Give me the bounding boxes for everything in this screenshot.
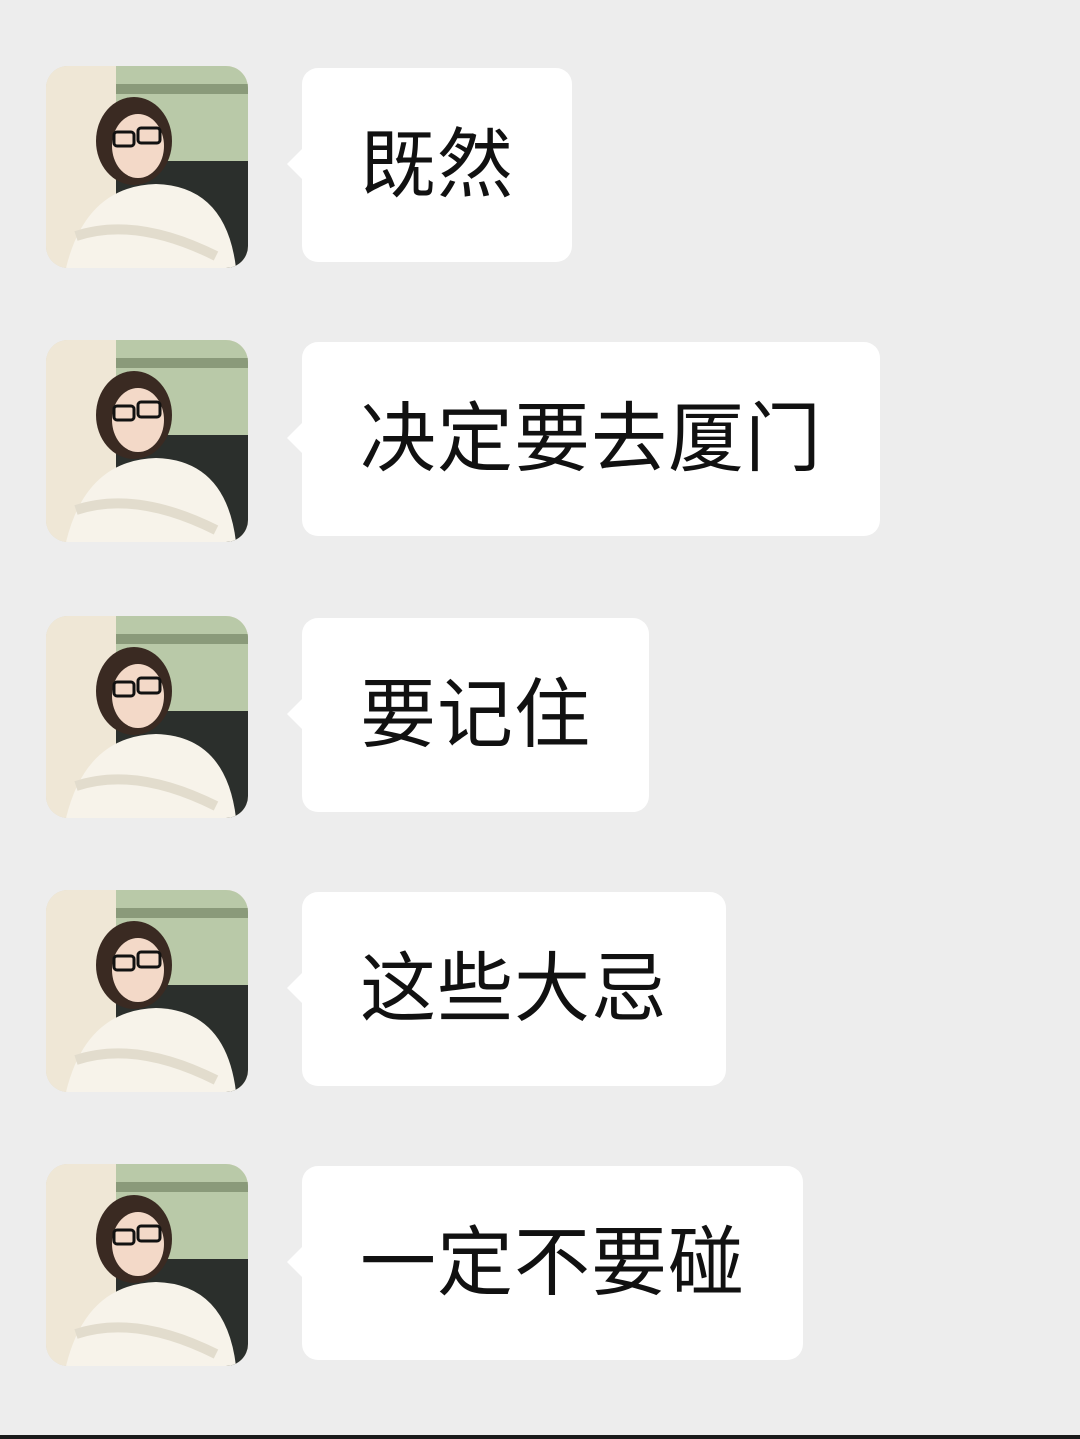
bubble-tail-icon	[287, 148, 303, 180]
avatar[interactable]	[46, 66, 248, 268]
message-row: 决定要去厦门	[0, 340, 1080, 542]
avatar-photo-icon	[46, 66, 248, 268]
message-bubble[interactable]: 一定不要碰	[287, 1166, 803, 1360]
message-text: 要记住	[360, 670, 591, 759]
avatar[interactable]	[46, 616, 248, 818]
avatar-photo-icon	[46, 616, 248, 818]
message-text: 这些大忌	[360, 944, 668, 1033]
message-text: 既然	[360, 120, 514, 209]
avatar-photo-icon	[46, 890, 248, 1092]
message-bubble[interactable]: 既然	[287, 68, 572, 262]
avatar[interactable]	[46, 890, 248, 1092]
message-text: 决定要去厦门	[360, 394, 822, 483]
message-bubble[interactable]: 这些大忌	[287, 892, 726, 1086]
avatar[interactable]	[46, 1164, 248, 1366]
avatar[interactable]	[46, 340, 248, 542]
bottom-divider	[0, 1435, 1080, 1439]
message-text: 一定不要碰	[360, 1218, 745, 1307]
bubble-tail-icon	[287, 1246, 303, 1278]
avatar-photo-icon	[46, 340, 248, 542]
chat-thread: 既然 决定要去厦门 要记住 这些大忌 一定不要碰	[0, 0, 1080, 1439]
bubble-tail-icon	[287, 422, 303, 454]
message-row: 既然	[0, 66, 1080, 268]
bubble-tail-icon	[287, 698, 303, 730]
message-row: 一定不要碰	[0, 1164, 1080, 1366]
message-bubble[interactable]: 要记住	[287, 618, 649, 812]
message-bubble[interactable]: 决定要去厦门	[287, 342, 880, 536]
message-row: 要记住	[0, 616, 1080, 818]
bubble-tail-icon	[287, 972, 303, 1004]
message-row: 这些大忌	[0, 890, 1080, 1092]
avatar-photo-icon	[46, 1164, 248, 1366]
